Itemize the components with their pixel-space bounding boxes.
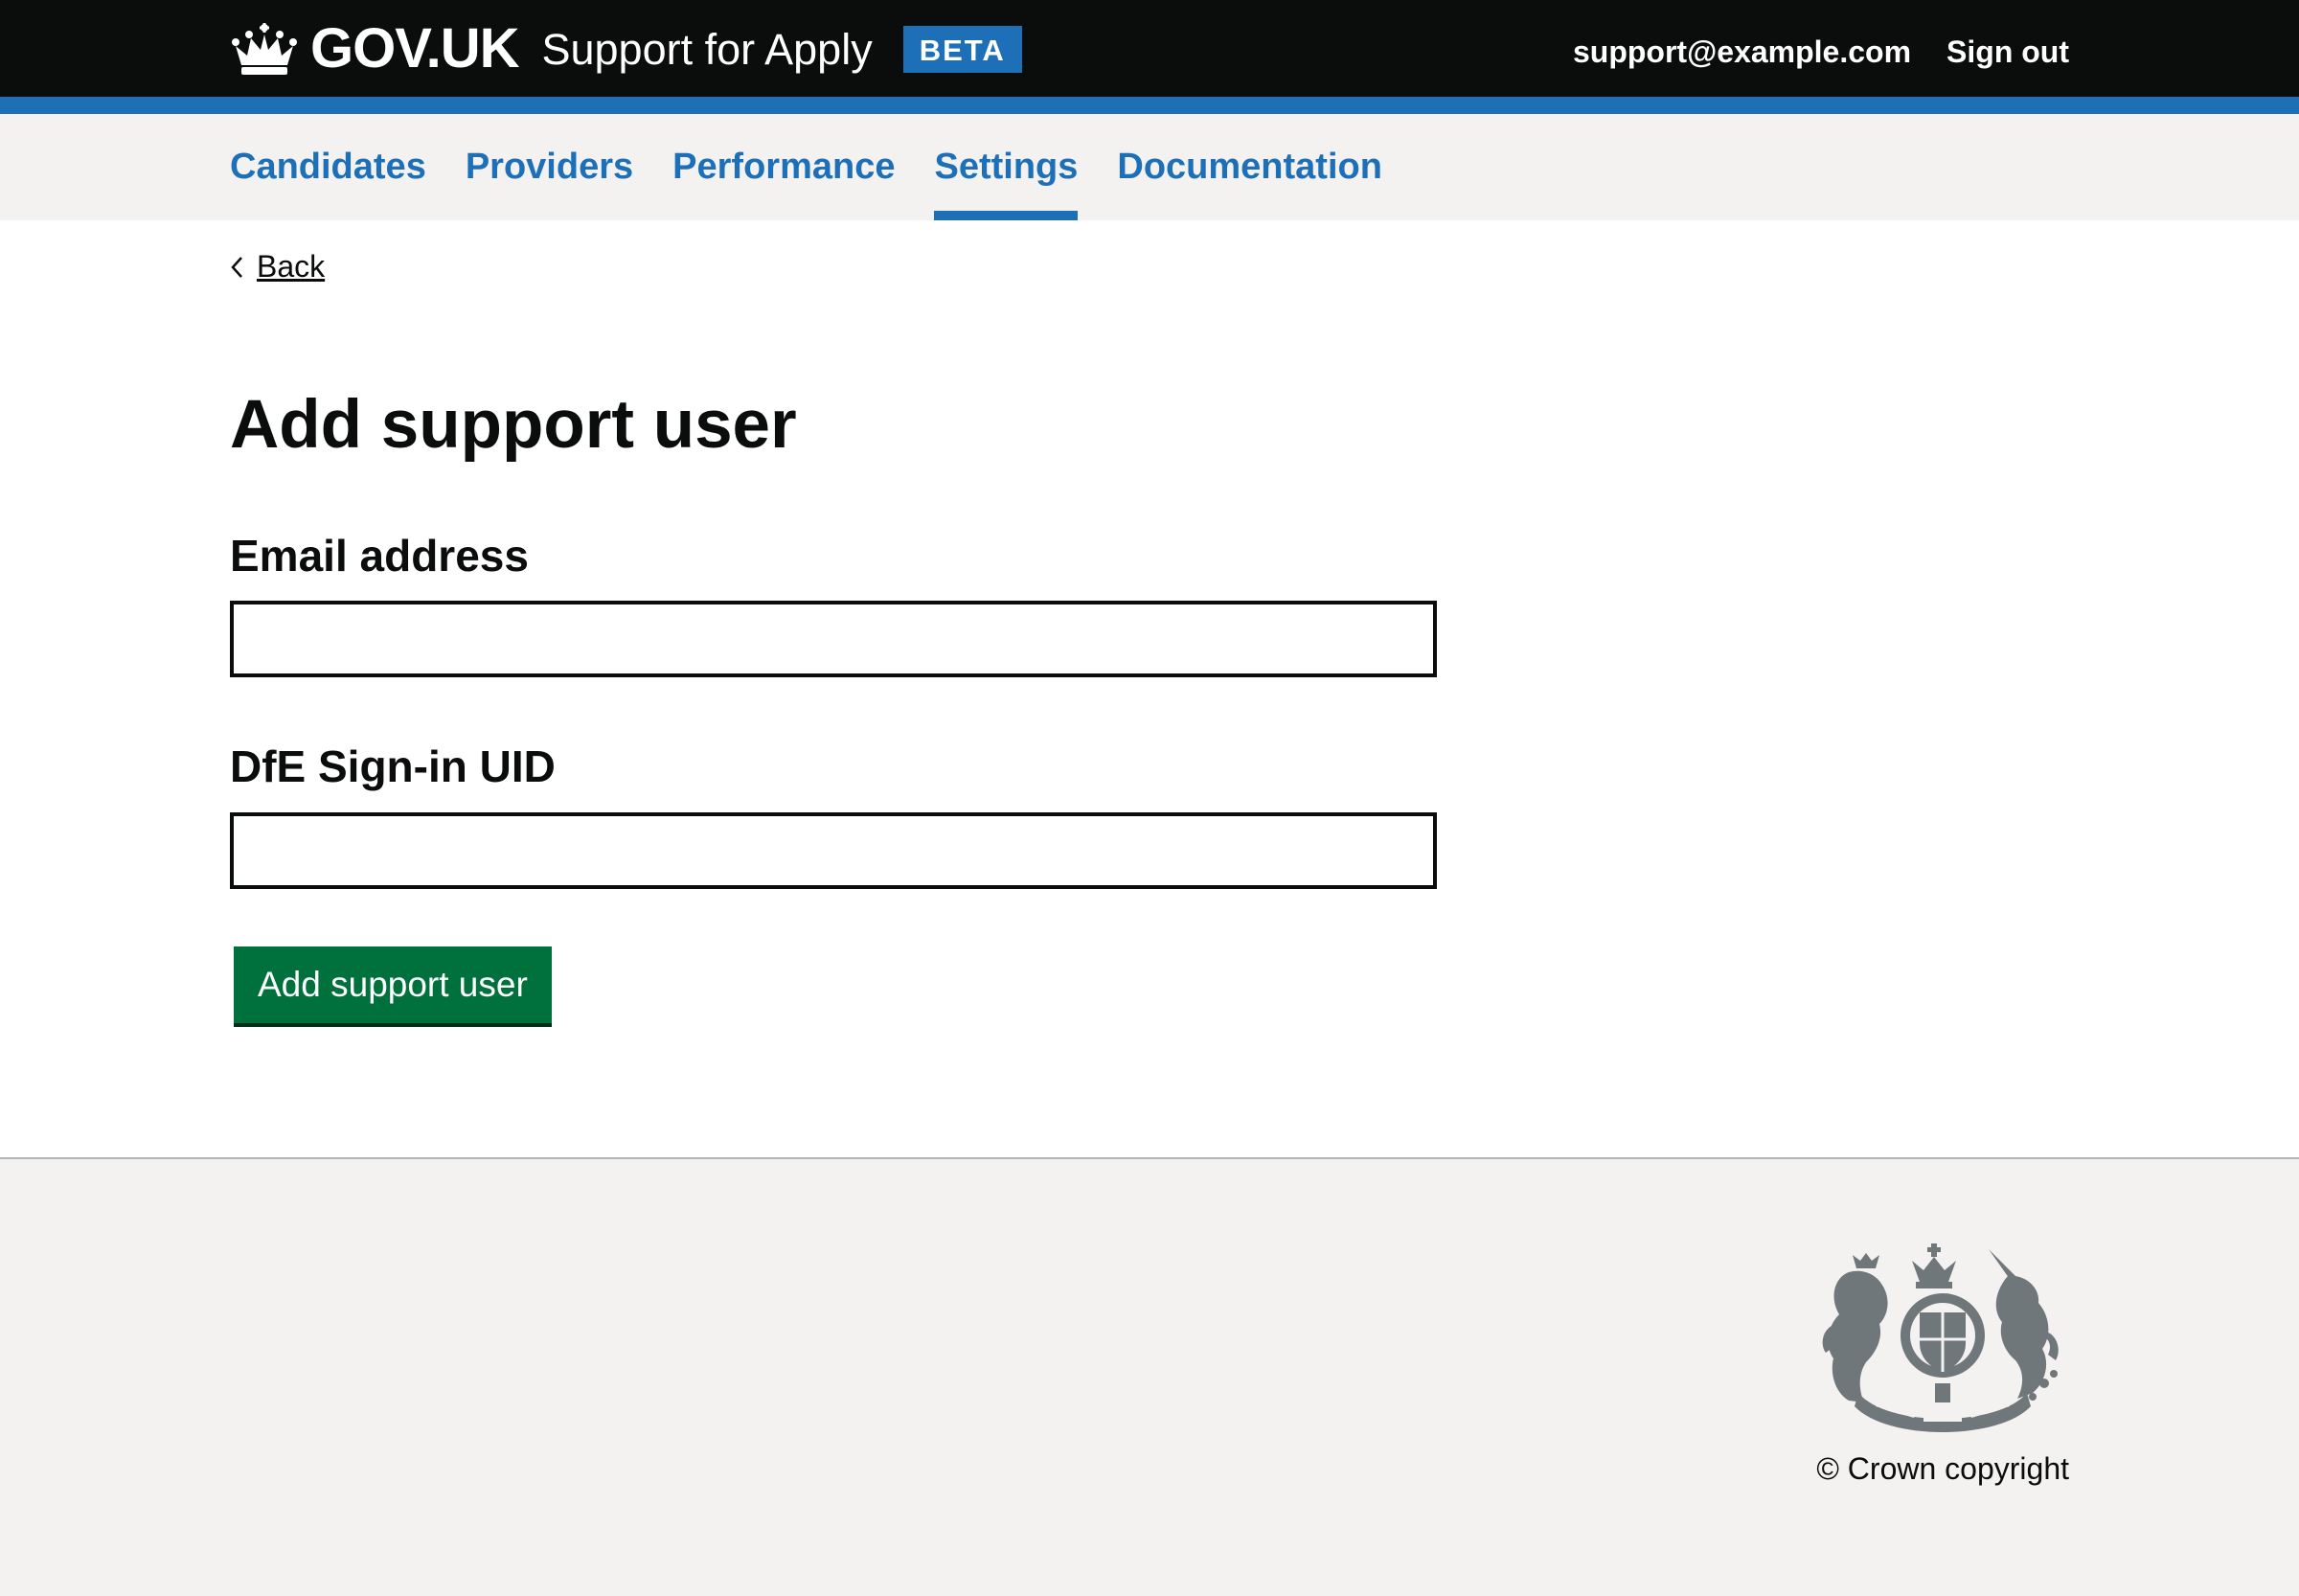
sign-out-link[interactable]: Sign out [1946,36,2069,67]
back-link[interactable]: Back [230,249,325,285]
nav-item-settings[interactable]: Settings [934,114,1078,220]
page-title: Add support user [230,387,797,463]
nav-item-performance[interactable]: Performance [672,114,895,220]
add-support-user-button[interactable]: Add support user [234,946,552,1023]
site-footer: © Crown copyright [0,1157,2299,1596]
service-name[interactable]: Support for Apply [541,28,872,71]
user-email-link[interactable]: support@example.com [1573,36,1911,67]
dfe-sign-in-uid-input[interactable] [230,812,1437,889]
govuk-logo-link[interactable]: GOV.UK Support for Apply BETA [230,15,1022,82]
site-header: GOV.UK Support for Apply BETA support@ex… [0,0,2299,97]
header-blue-bar [0,97,2299,114]
email-address-label: Email address [230,531,529,581]
dfe-sign-in-uid-label: DfE Sign-in UID [230,741,556,791]
crown-icon [232,23,297,75]
nav-item-documentation[interactable]: Documentation [1117,114,1382,220]
govuk-logo-text: GOV.UK [310,17,519,80]
header-account-links: support@example.com Sign out [1573,36,2069,67]
nav-item-candidates[interactable]: Candidates [230,114,426,220]
chevron-left-icon [231,256,242,278]
primary-nav-list: Candidates Providers Performance Setting… [230,114,1382,220]
primary-navigation: Candidates Providers Performance Setting… [0,114,2299,220]
back-link-label: Back [257,249,326,284]
nav-item-providers[interactable]: Providers [466,114,633,220]
crown-copyright-link[interactable]: © Crown copyright [1816,1451,2069,1487]
royal-coat-of-arms-icon[interactable] [1820,1240,2065,1441]
phase-tag: BETA [902,25,1022,73]
email-address-input[interactable] [230,601,1437,677]
